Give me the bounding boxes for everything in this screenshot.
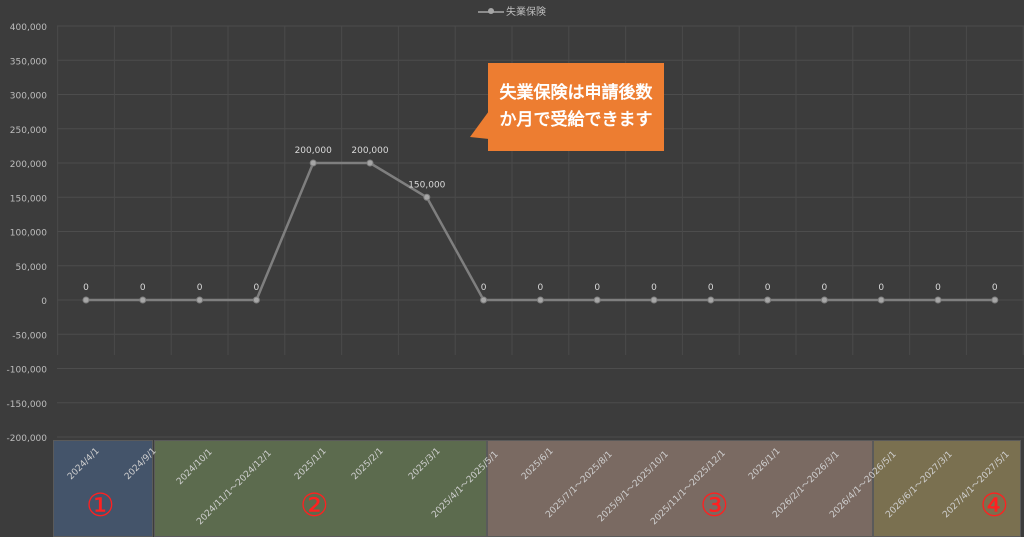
y-tick-label: -100,000 (7, 366, 48, 376)
data-point (196, 296, 204, 304)
data-label: 0 (254, 283, 260, 293)
period-number: ① (86, 486, 115, 524)
data-label: 0 (594, 283, 600, 293)
y-tick-label: 300,000 (10, 92, 47, 102)
period-band: ① (53, 440, 153, 537)
data-label: 0 (140, 283, 146, 293)
y-tick-label: 0 (41, 297, 47, 307)
data-point (991, 296, 999, 304)
y-tick-label: -150,000 (7, 400, 48, 410)
period-number: ④ (980, 486, 1009, 524)
data-label: 200,000 (295, 146, 332, 156)
period-number: ② (300, 486, 329, 524)
data-label: 0 (822, 283, 828, 293)
data-point (252, 296, 260, 304)
data-point (650, 296, 658, 304)
data-point (480, 296, 488, 304)
callout-text: 失業保険は申請後数か月で受給できます (488, 63, 664, 151)
y-tick-label: 150,000 (10, 194, 47, 204)
callout: 失業保険は申請後数か月で受給できます (466, 63, 664, 153)
data-label: 0 (992, 283, 998, 293)
data-point (707, 296, 715, 304)
data-point (820, 296, 828, 304)
data-label: 0 (651, 283, 657, 293)
y-tick-label: 50,000 (16, 263, 48, 273)
y-tick-label: 250,000 (10, 126, 47, 136)
y-tick-label: 350,000 (10, 57, 47, 67)
data-label: 0 (708, 283, 714, 293)
data-point (934, 296, 942, 304)
data-label: 0 (481, 283, 487, 293)
data-label: 0 (935, 283, 941, 293)
data-point (366, 159, 374, 167)
data-point (536, 296, 544, 304)
legend-label: 失業保険 (506, 7, 546, 18)
y-tick-label: 200,000 (10, 160, 47, 170)
data-label: 0 (538, 283, 544, 293)
data-label: 0 (83, 283, 89, 293)
data-point (593, 296, 601, 304)
legend-line-marker-icon (478, 6, 504, 16)
y-tick-label: -200,000 (7, 434, 48, 444)
chart-legend: 失業保険 (0, 3, 1024, 18)
data-point (82, 296, 90, 304)
y-tick-label: 400,000 (10, 23, 47, 33)
data-point (764, 296, 772, 304)
data-point (877, 296, 885, 304)
data-label: 200,000 (351, 146, 388, 156)
data-point (309, 159, 317, 167)
data-label: 150,000 (408, 180, 445, 190)
data-label: 0 (765, 283, 771, 293)
period-number: ③ (700, 486, 729, 524)
data-label: 0 (197, 283, 203, 293)
data-label: 0 (878, 283, 884, 293)
data-point (139, 296, 147, 304)
y-tick-label: -50,000 (12, 331, 47, 341)
data-point (423, 193, 431, 201)
y-tick-label: 100,000 (10, 229, 47, 239)
